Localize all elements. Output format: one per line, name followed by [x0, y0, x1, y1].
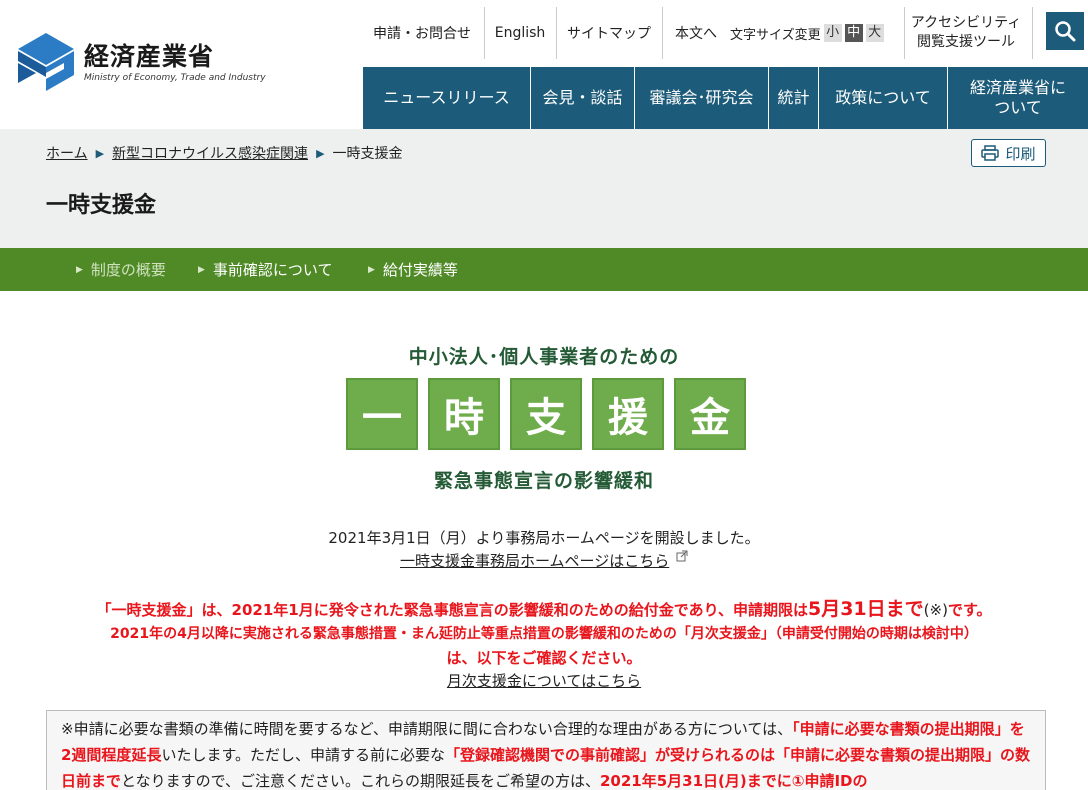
nav-councils[interactable]: 審議会･研究会	[635, 67, 769, 129]
deadline-notice: 「一時支援金」は、2021年1月に発令された緊急事態宣言の影響緩和のための給付金…	[0, 594, 1088, 621]
subnav-pre-confirmation-label: 事前確認について	[212, 261, 333, 279]
meti-logo[interactable]: 経済産業省 Ministry of Economy, Trade and Ind…	[18, 33, 266, 95]
nav-statistics[interactable]: 統計	[769, 67, 819, 129]
hero-char-box: 一	[346, 378, 418, 450]
main-nav: ニュースリリース 会見・談話 審議会･研究会 統計 政策について 経済産業省につ…	[363, 67, 1088, 129]
note-text: いたします。ただし、申請する前に必要な	[161, 746, 445, 764]
sub-nav: ▶ 制度の概要 ▶ 事前確認について ▶ 給付実績等	[0, 248, 1088, 291]
opening-notice: 2021年3月1日（月）より事務局ホームページを開設しました。	[328, 529, 760, 547]
triangle-right-icon: ▶	[198, 264, 205, 275]
page-title: 一時支援金	[46, 193, 157, 218]
deadline-notice-text: 「一時支援金」は、2021年1月に発令された緊急事態宣言の影響緩和のための給付金…	[96, 601, 808, 619]
subnav-overview[interactable]: ▶ 制度の概要	[76, 248, 166, 291]
divider	[1032, 7, 1033, 59]
font-size-switcher: 文字サイズ変更 小 中 大	[730, 7, 884, 59]
nav-about-meti[interactable]: 経済産業省について	[948, 67, 1088, 129]
english-link[interactable]: English	[485, 7, 555, 59]
note-text: ※申請に必要な書類の準備に時間を要するなど、申請期限に間に合わない合理的な理由が…	[61, 720, 793, 738]
breadcrumb-home[interactable]: ホーム	[46, 143, 88, 163]
accessibility-tool-link[interactable]: アクセシビリティ閲覧支援ツール	[908, 7, 1024, 59]
subnav-pre-confirmation[interactable]: ▶ 事前確認について	[198, 248, 332, 291]
subnav-overview-label: 制度の概要	[90, 261, 166, 279]
hero-char-box: 時	[428, 378, 500, 450]
subnav-payment-results-label: 給付実績等	[382, 261, 458, 279]
hero-lead-text: 中小法人･個人事業者のための	[408, 346, 680, 368]
note-emphasis: 2021年5月31日(月)までに①申請IDの	[599, 772, 868, 790]
breadcrumb-arrow-icon: ▶	[95, 146, 105, 160]
office-homepage-link[interactable]: 一時支援金事務局ホームページはこちら	[400, 552, 669, 570]
breadcrumb: ホーム ▶ 新型コロナウイルス感染症関連 ▶ 一時支援金	[46, 143, 403, 163]
skip-to-content-link[interactable]: 本文へ	[663, 7, 729, 59]
nav-news-release[interactable]: ニュースリリース	[363, 67, 531, 129]
breadcrumb-current: 一時支援金	[332, 146, 403, 162]
font-medium-button[interactable]: 中	[844, 24, 863, 42]
monthly-support-notice: 2021年の4月以降に実施される緊急事態措置・まん延防止等重点措置の影響緩和のた…	[110, 626, 978, 642]
office-link-row: 一時支援金事務局ホームページはこちら	[0, 550, 1088, 571]
search-icon	[1055, 21, 1076, 42]
hero-char-box: 金	[674, 378, 746, 450]
deadline-notice-end: です。	[947, 601, 992, 619]
external-link-icon	[676, 550, 688, 562]
print-label: 印刷	[1005, 145, 1036, 163]
logo-name: 経済産業省	[84, 42, 215, 71]
extension-note-box: ※申請に必要な書類の準備に時間を要するなど、申請期限に間に合わない合理的な理由が…	[46, 710, 1046, 790]
contact-link[interactable]: 申請・お問合せ	[362, 7, 482, 59]
monthly-link-row: 月次支援金についてはこちら	[0, 670, 1088, 691]
nav-policy[interactable]: 政策について	[819, 67, 948, 129]
deadline-footnote-mark: (※)	[923, 601, 948, 619]
search-button[interactable]	[1046, 12, 1084, 50]
note-text: となりますので、ご注意ください。これらの期限延長をご希望の方は、	[121, 772, 600, 790]
font-size-label: 文字サイズ変更	[730, 27, 821, 43]
divider	[904, 7, 905, 59]
site-header: 経済産業省 Ministry of Economy, Trade and Ind…	[0, 0, 1088, 129]
hero-char-box: 援	[592, 378, 664, 450]
monthly-support-notice-end: は、以下をご確認ください。	[446, 649, 642, 667]
meti-emblem-icon	[18, 33, 74, 91]
breadcrumb-parent[interactable]: 新型コロナウイルス感染症関連	[112, 143, 308, 163]
printer-icon	[981, 145, 1000, 161]
deadline-date: 5月31日まで	[807, 598, 924, 620]
nav-press-conference[interactable]: 会見・談話	[531, 67, 635, 129]
monthly-support-link[interactable]: 月次支援金についてはこちら	[447, 672, 641, 690]
hero-char-box: 支	[510, 378, 582, 450]
logo-subtitle: Ministry of Economy, Trade and Industry	[84, 73, 266, 83]
subnav-payment-results[interactable]: ▶ 給付実績等	[368, 248, 458, 291]
breadcrumb-arrow-icon: ▶	[316, 146, 325, 160]
title-area: ホーム ▶ 新型コロナウイルス感染症関連 ▶ 一時支援金 印刷 一時支援金	[0, 129, 1088, 248]
font-large-button[interactable]: 大	[865, 24, 884, 42]
hero-title-boxes: 一 時 支 援 金	[346, 378, 746, 450]
triangle-right-icon: ▶	[368, 264, 375, 275]
print-button[interactable]: 印刷	[971, 139, 1046, 167]
font-small-button[interactable]: 小	[823, 24, 842, 42]
utility-nav: 申請・お問合せ English サイトマップ 本文へ 文字サイズ変更 小 中 大…	[362, 7, 1088, 59]
triangle-right-icon: ▶	[76, 264, 83, 275]
hero-subtitle: 緊急事態宣言の影響緩和	[433, 470, 654, 492]
sitemap-link[interactable]: サイトマップ	[557, 7, 661, 59]
